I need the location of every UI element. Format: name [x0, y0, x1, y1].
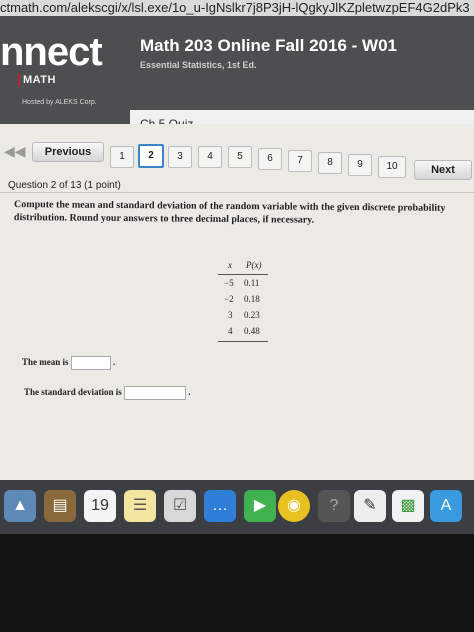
- course-subtitle: Essential Statistics, 1st Ed.: [140, 60, 257, 70]
- quiz-content: ◀◀ Previous 1 2 3 4 5 6 7 8 9 10 Next Qu…: [0, 124, 474, 480]
- cell-x: 4: [228, 326, 233, 336]
- course-title: Math 203 Online Fall 2016 - W01: [140, 36, 397, 55]
- table-row: 4 0.48: [218, 323, 268, 339]
- page-button-7[interactable]: 7: [288, 150, 312, 172]
- cell-p: 0.18: [244, 294, 260, 304]
- cell-p: 0.11: [244, 278, 260, 288]
- connect-logo: nnect: [0, 30, 103, 74]
- course-header: nnect MATH Hosted by ALEKS Corp. Math 20…: [0, 16, 474, 140]
- sd-answer-row: The standard deviation is .: [24, 386, 191, 400]
- help-icon[interactable]: ?: [318, 490, 350, 522]
- page-button-1[interactable]: 1: [110, 146, 134, 168]
- page-button-2[interactable]: 2: [138, 144, 164, 168]
- mean-input[interactable]: [70, 356, 111, 370]
- hosted-by-text: Hosted by ALEKS Corp.: [22, 99, 97, 106]
- chrome-icon[interactable]: ◉: [278, 490, 310, 522]
- appstore-icon[interactable]: A: [430, 490, 462, 522]
- col-p-header: P(x): [246, 260, 262, 270]
- cell-x: 3: [228, 310, 233, 320]
- calendar-day: 19: [91, 497, 109, 514]
- back-arrow-icon[interactable]: ◀◀: [4, 144, 26, 158]
- page-button-5[interactable]: 5: [228, 146, 252, 168]
- mac-dock: ▲ ▤ 19 ☰ ☑ … ▶ ◉ ? ✎ ▩ A: [0, 480, 474, 534]
- notebook-icon[interactable]: ▤: [44, 490, 76, 522]
- reminders-icon[interactable]: ☑: [164, 490, 196, 522]
- table-row: 3 0.23: [218, 307, 268, 323]
- divider: [0, 192, 474, 193]
- notes-icon[interactable]: ☰: [124, 490, 156, 522]
- question-header: Question 2 of 13 (1 point): [8, 180, 121, 191]
- monitor-bezel: [0, 534, 474, 632]
- col-x-header: x: [228, 260, 232, 270]
- logo-math-label: MATH: [18, 74, 56, 86]
- preview-icon[interactable]: ▲: [4, 490, 36, 522]
- page-button-9[interactable]: 9: [348, 154, 372, 176]
- cell-x: −5: [224, 278, 234, 288]
- table-bottom-rule: [218, 341, 268, 342]
- probability-table: x P(x) −5 0.11 −2 0.18 3 0.23 4 0.48: [218, 260, 268, 342]
- page-button-10[interactable]: 10: [378, 156, 406, 178]
- sd-period: .: [188, 387, 191, 398]
- question-instructions: Compute the mean and standard deviation …: [13, 199, 446, 226]
- previous-button[interactable]: Previous: [32, 142, 104, 162]
- messages-icon[interactable]: …: [204, 490, 236, 522]
- textedit-icon[interactable]: ✎: [354, 490, 386, 522]
- facetime-icon[interactable]: ▶: [244, 490, 276, 522]
- cell-p: 0.23: [244, 310, 260, 320]
- mean-answer-row: The mean is .: [22, 356, 115, 370]
- mean-period: .: [113, 357, 116, 368]
- sd-label: The standard deviation is: [24, 387, 122, 398]
- cell-x: −2: [224, 294, 234, 304]
- table-row: −2 0.18: [218, 291, 268, 307]
- mean-label: The mean is: [22, 357, 69, 368]
- next-button[interactable]: Next: [414, 160, 472, 180]
- page-button-3[interactable]: 3: [168, 146, 192, 168]
- browser-url-bar[interactable]: ctmath.com/alekscgi/x/lsl.exe/1o_u-IgNsl…: [0, 0, 474, 16]
- calendar-icon[interactable]: 19: [84, 490, 116, 522]
- numbers-icon[interactable]: ▩: [392, 490, 424, 522]
- page-button-4[interactable]: 4: [198, 146, 222, 168]
- sd-input[interactable]: [124, 386, 187, 400]
- cell-p: 0.48: [244, 326, 260, 336]
- page-button-6[interactable]: 6: [258, 148, 282, 170]
- table-row: −5 0.11: [218, 275, 268, 291]
- page-button-8[interactable]: 8: [318, 152, 342, 174]
- table-header: x P(x): [218, 260, 268, 275]
